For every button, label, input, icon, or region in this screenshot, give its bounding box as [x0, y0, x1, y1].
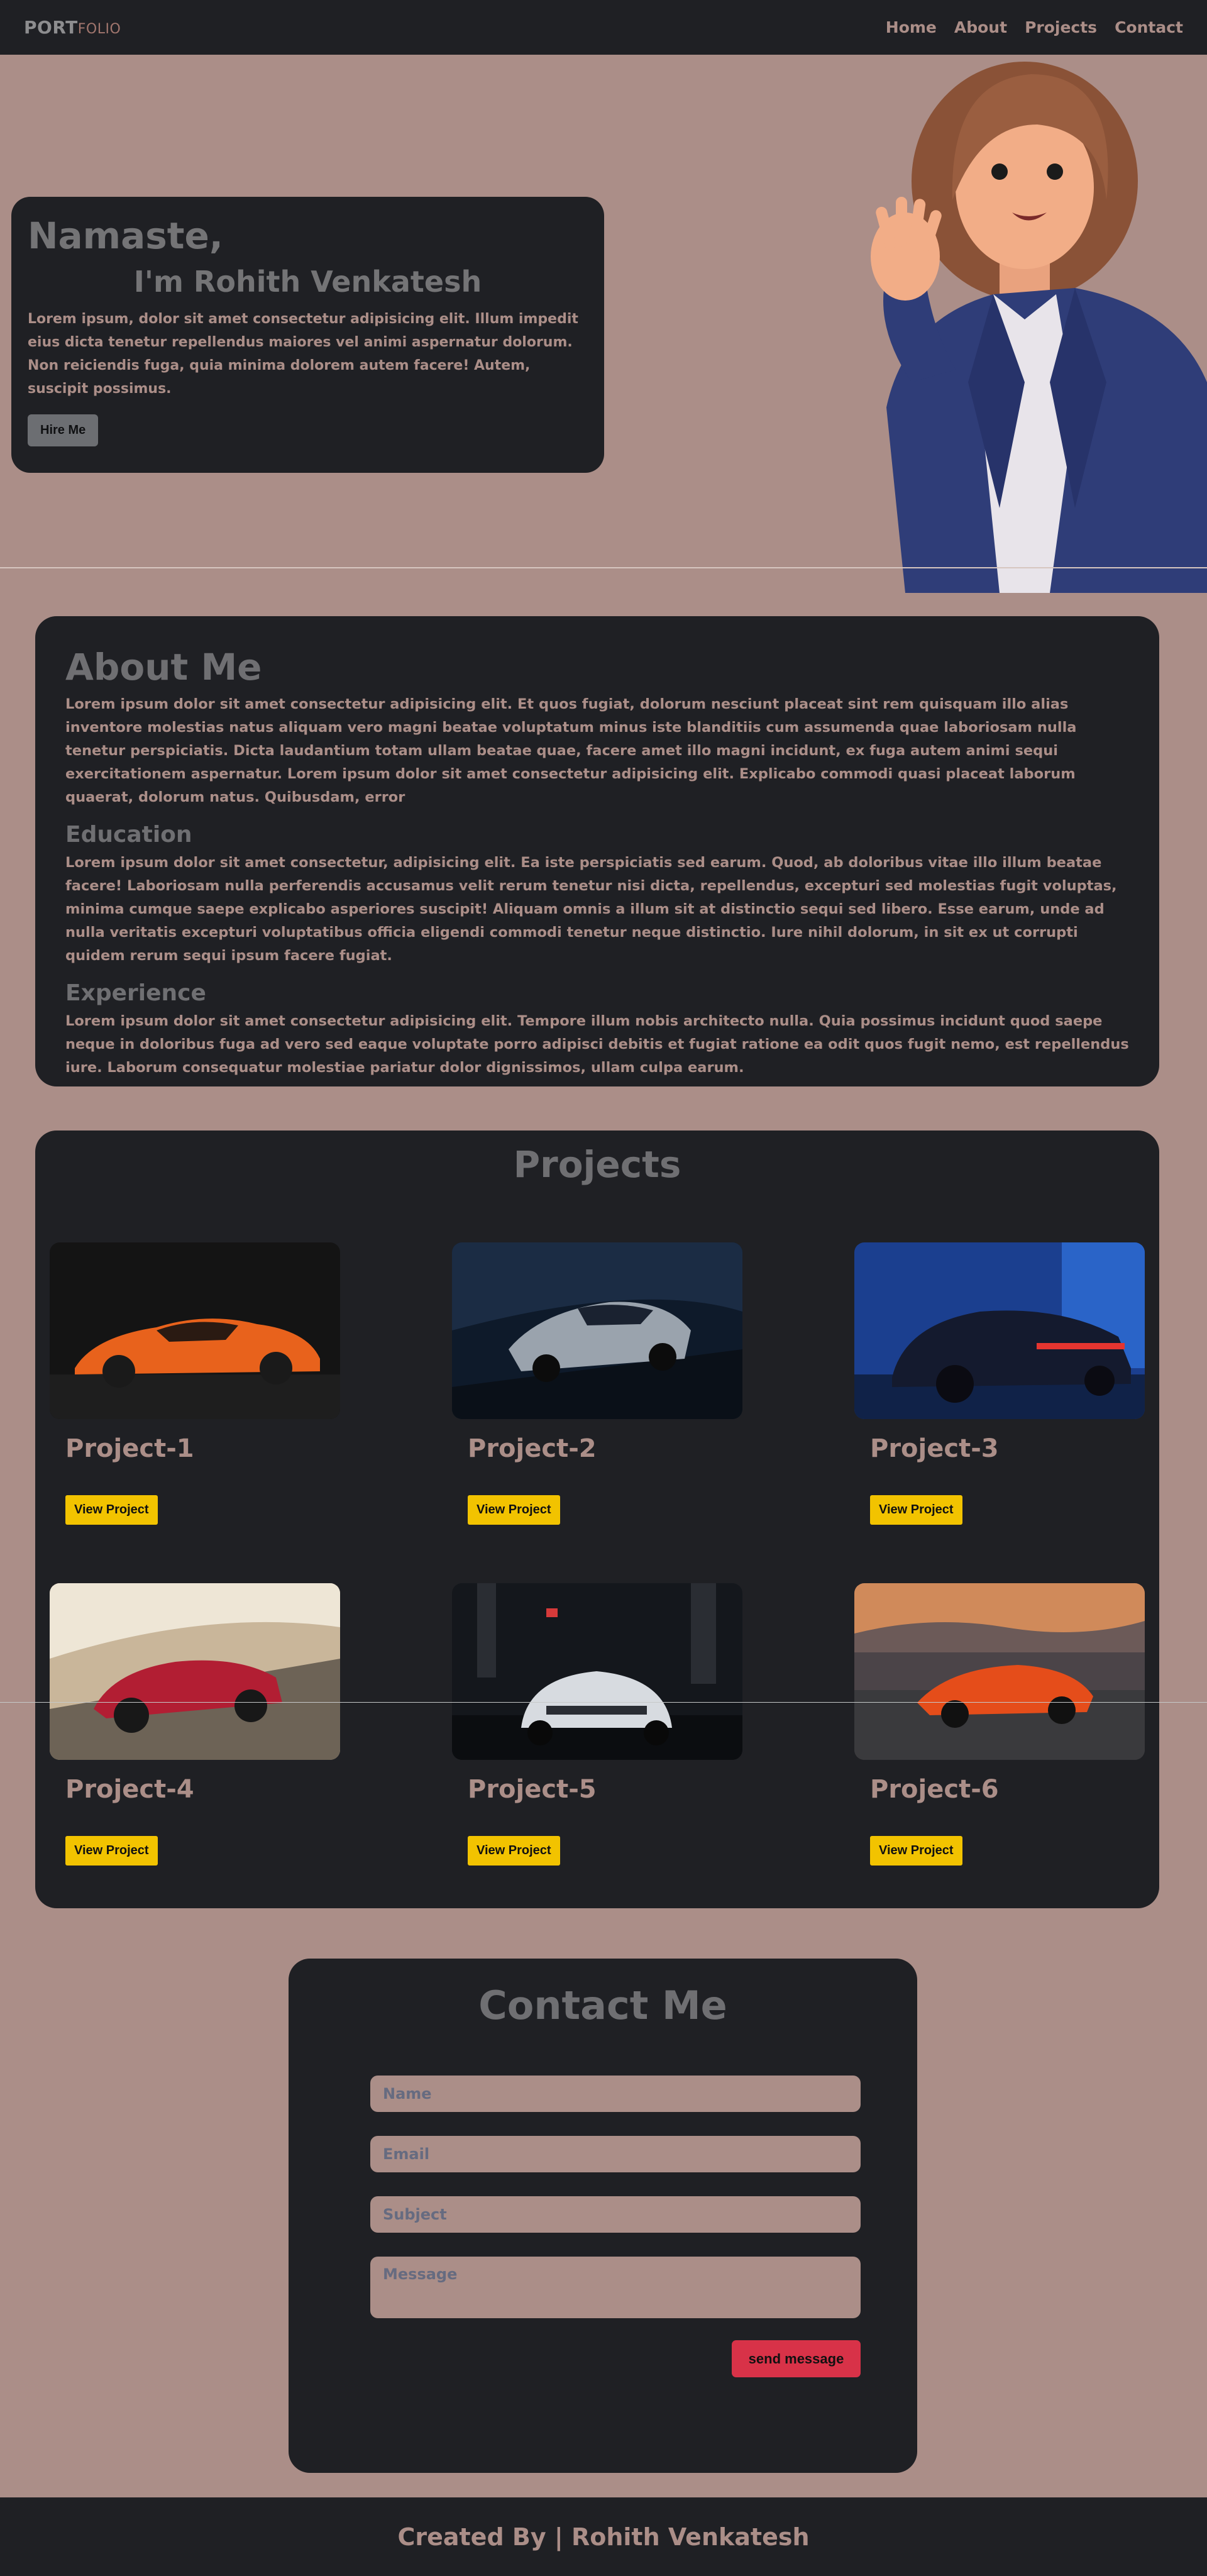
- project-2-title: Project-2: [468, 1434, 597, 1463]
- experience-text: Lorem ipsum dolor sit amet consectetur a…: [65, 1012, 1129, 1076]
- nav-home-link[interactable]: Home: [886, 18, 937, 36]
- logo-sub: FOLIO: [77, 21, 121, 37]
- footer: Created By | Rohith Venkatesh: [0, 2497, 1207, 2576]
- view-project-1-button[interactable]: View Project: [65, 1495, 158, 1525]
- nav-about-link[interactable]: About: [954, 18, 1007, 36]
- project-card-1: Project-1 View Project: [50, 1242, 340, 1525]
- project-5-title: Project-5: [468, 1775, 597, 1804]
- project-5-image[interactable]: [452, 1583, 742, 1760]
- project-1-image[interactable]: [50, 1242, 340, 1419]
- about-section: About Me Lorem ipsum dolor sit amet cons…: [35, 616, 1159, 1086]
- project-6-image[interactable]: [854, 1583, 1145, 1760]
- divider-line: [0, 1702, 1207, 1703]
- view-project-5-button[interactable]: View Project: [468, 1836, 560, 1866]
- navbar: PORTFOLIO Home About Projects Contact: [0, 0, 1207, 55]
- send-message-button[interactable]: send message: [732, 2340, 861, 2377]
- project-2-image[interactable]: [452, 1242, 742, 1419]
- view-project-3-button[interactable]: View Project: [870, 1495, 962, 1525]
- project-card-4: Project-4 View Project: [50, 1583, 340, 1866]
- about-title: About Me: [65, 646, 262, 688]
- education-text: Lorem ipsum dolor sit amet consectetur, …: [65, 854, 1117, 964]
- projects-title: Projects: [513, 1143, 681, 1186]
- hire-me-button[interactable]: Hire Me: [28, 414, 99, 446]
- divider-line: [0, 567, 1207, 568]
- hero-name: I'm Rohith Venkatesh: [133, 264, 482, 299]
- project-1-title: Project-1: [65, 1434, 194, 1463]
- projects-section: Projects Project-1 View Project Project-…: [35, 1130, 1159, 1908]
- view-project-4-button[interactable]: View Project: [65, 1836, 158, 1866]
- project-6-title: Project-6: [870, 1775, 999, 1804]
- project-3-title: Project-3: [870, 1434, 999, 1463]
- project-card-6: Project-6 View Project: [854, 1583, 1145, 1866]
- project-4-image[interactable]: [50, 1583, 340, 1760]
- nav-links: Home About Projects Contact: [886, 18, 1183, 36]
- message-textarea[interactable]: [370, 2257, 861, 2318]
- hero-card: Namaste, I'm Rohith Venkatesh Lorem ipsu…: [11, 197, 604, 473]
- project-card-3: Project-3 View Project: [854, 1242, 1145, 1525]
- contact-section: Contact Me send message: [289, 1959, 917, 2473]
- name-input[interactable]: [370, 2076, 861, 2112]
- nav-contact-link[interactable]: Contact: [1115, 18, 1183, 36]
- contact-title: Contact Me: [478, 1982, 727, 2028]
- view-project-6-button[interactable]: View Project: [870, 1836, 962, 1866]
- project-4-title: Project-4: [65, 1775, 194, 1804]
- footer-text: Created By | Rohith Venkatesh: [397, 2523, 810, 2551]
- project-card-2: Project-2 View Project: [452, 1242, 742, 1525]
- education-title: Education: [65, 821, 192, 848]
- logo-main: PORT: [24, 17, 78, 38]
- logo[interactable]: PORTFOLIO: [24, 17, 121, 38]
- about-intro-text: Lorem ipsum dolor sit amet consectetur a…: [65, 695, 1077, 805]
- subject-input[interactable]: [370, 2196, 861, 2233]
- project-3-image[interactable]: [854, 1242, 1145, 1419]
- hero-avatar-image: [698, 55, 1207, 593]
- email-input[interactable]: [370, 2136, 861, 2172]
- hero-text: Lorem ipsum, dolor sit amet consectetur …: [28, 311, 578, 397]
- project-card-5: Project-5 View Project: [452, 1583, 742, 1866]
- experience-title: Experience: [65, 980, 206, 1006]
- nav-projects-link[interactable]: Projects: [1025, 18, 1097, 36]
- hero-greeting: Namaste,: [28, 214, 223, 257]
- view-project-2-button[interactable]: View Project: [468, 1495, 560, 1525]
